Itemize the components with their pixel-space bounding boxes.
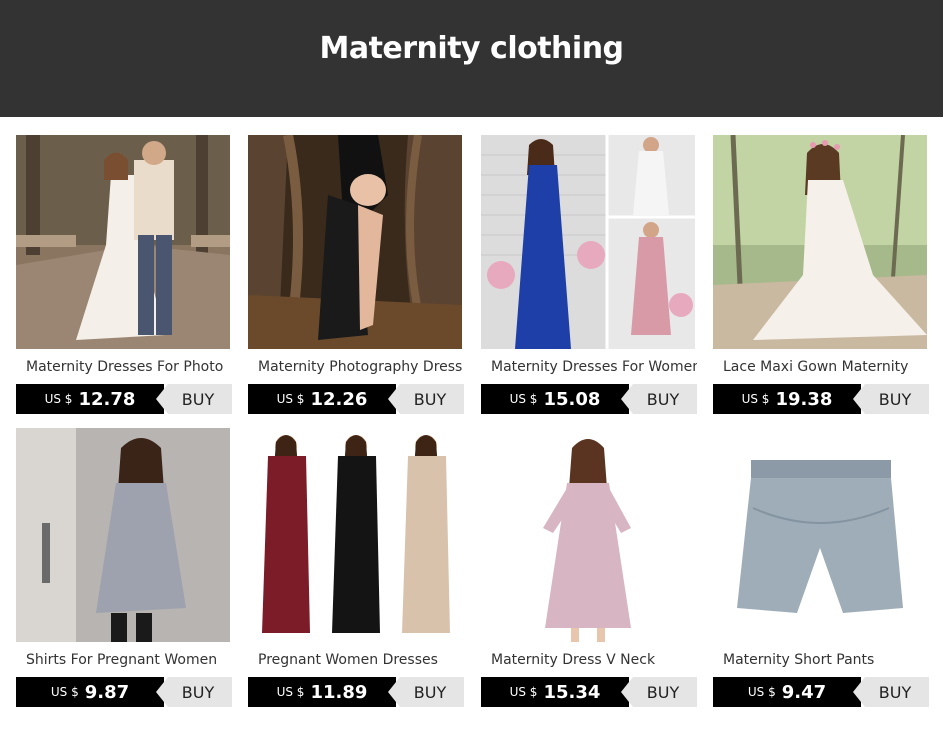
buy-button[interactable]: BUY: [388, 384, 464, 414]
product-title[interactable]: Maternity Dresses For Women: [491, 359, 697, 375]
product-image[interactable]: [713, 428, 927, 642]
price-bar: US $ 19.38 BUY: [713, 384, 929, 414]
price-tag: US $ 11.89: [248, 677, 396, 707]
price-amount: 9.87: [84, 681, 130, 703]
price-bar: US $ 11.89 BUY: [248, 677, 464, 707]
product-title[interactable]: Maternity Photography Dress: [258, 359, 464, 375]
currency-label: US $: [509, 392, 538, 406]
price-amount: 15.08: [543, 388, 601, 410]
price-tag: US $ 12.26: [248, 384, 396, 414]
price-tag: US $ 19.38: [713, 384, 861, 414]
buy-button[interactable]: BUY: [156, 677, 232, 707]
currency-label: US $: [741, 392, 770, 406]
buy-button[interactable]: BUY: [388, 677, 464, 707]
price-bar: US $ 9.47 BUY: [713, 677, 929, 707]
product-image[interactable]: [248, 428, 462, 642]
buy-button[interactable]: BUY: [621, 384, 697, 414]
product-title[interactable]: Maternity Dress V Neck: [491, 652, 697, 668]
product-image[interactable]: [16, 428, 230, 642]
price-bar: US $ 9.87 BUY: [16, 677, 232, 707]
price-amount: 11.89: [310, 681, 368, 703]
price-amount: 15.34: [543, 681, 601, 703]
currency-label: US $: [509, 685, 538, 699]
product-title[interactable]: Lace Maxi Gown Maternity: [723, 359, 929, 375]
buy-button[interactable]: BUY: [621, 677, 697, 707]
product-image[interactable]: [481, 428, 695, 642]
currency-label: US $: [747, 685, 776, 699]
price-amount: 12.78: [78, 388, 136, 410]
price-tag: US $ 9.87: [16, 677, 164, 707]
product-title[interactable]: Maternity Dresses For Photo: [26, 359, 232, 375]
price-amount: 9.47: [781, 681, 827, 703]
page-header: Maternity clothing: [0, 0, 943, 117]
price-tag: US $ 9.47: [713, 677, 861, 707]
product-image[interactable]: [248, 135, 462, 349]
price-tag: US $ 15.08: [481, 384, 629, 414]
currency-label: US $: [50, 685, 79, 699]
product-title[interactable]: Pregnant Women Dresses: [258, 652, 464, 668]
price-bar: US $ 12.78 BUY: [16, 384, 232, 414]
buy-button[interactable]: BUY: [156, 384, 232, 414]
price-amount: 19.38: [775, 388, 833, 410]
price-tag: US $ 15.34: [481, 677, 629, 707]
price-bar: US $ 15.08 BUY: [481, 384, 697, 414]
currency-label: US $: [276, 685, 305, 699]
buy-button[interactable]: BUY: [853, 677, 929, 707]
product-image[interactable]: [713, 135, 927, 349]
product-title[interactable]: Maternity Short Pants: [723, 652, 929, 668]
price-amount: 12.26: [310, 388, 368, 410]
product-image[interactable]: [481, 135, 695, 349]
product-image[interactable]: [16, 135, 230, 349]
currency-label: US $: [44, 392, 73, 406]
price-bar: US $ 15.34 BUY: [481, 677, 697, 707]
price-tag: US $ 12.78: [16, 384, 164, 414]
buy-button[interactable]: BUY: [853, 384, 929, 414]
page-title: Maternity clothing: [319, 31, 624, 66]
product-title[interactable]: Shirts For Pregnant Women: [26, 652, 232, 668]
currency-label: US $: [276, 392, 305, 406]
price-bar: US $ 12.26 BUY: [248, 384, 464, 414]
